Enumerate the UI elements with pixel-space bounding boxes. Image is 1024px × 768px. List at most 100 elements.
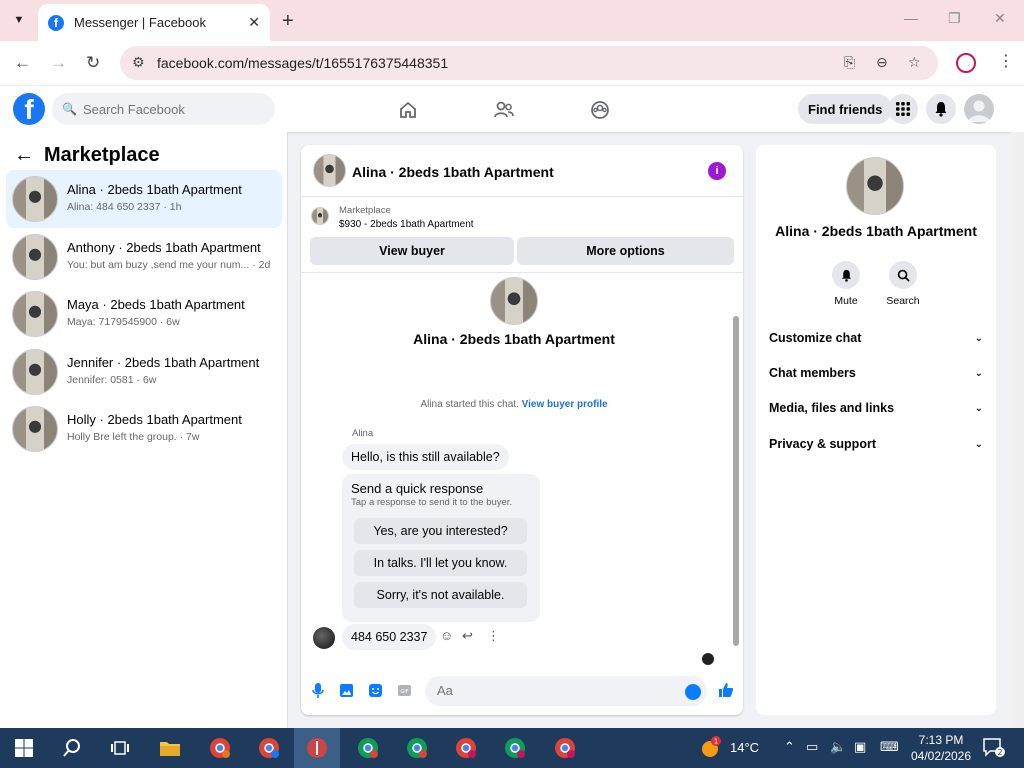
chat-header-name[interactable]: Alina · 2beds 1bath Apartment bbox=[352, 164, 554, 180]
conversation-item[interactable]: Maya · 2beds 1bath Apartment Maya: 71795… bbox=[6, 285, 282, 343]
conversation-item[interactable]: Alina · 2beds 1bath Apartment Alina: 484… bbox=[6, 170, 282, 228]
chrome-profile-icon[interactable] bbox=[454, 736, 478, 760]
conversation-name: Maya · 2beds 1bath Apartment bbox=[67, 297, 245, 312]
keyboard-icon[interactable]: ⌨ bbox=[880, 739, 899, 755]
conversation-item[interactable]: Anthony · 2beds 1bath Apartment You: but… bbox=[6, 228, 282, 286]
chat-scrollbar[interactable] bbox=[731, 274, 741, 664]
conversation-item[interactable]: Jennifer · 2beds 1bath Apartment Jennife… bbox=[6, 343, 282, 401]
marketplace-conversation-list: ← Marketplace Alina · 2beds 1bath Apartm… bbox=[0, 132, 288, 728]
chat-scrollbar-thumb[interactable] bbox=[733, 316, 739, 646]
file-explorer-icon[interactable] bbox=[158, 736, 182, 760]
active-app-icon[interactable] bbox=[294, 728, 340, 768]
browser-menu-icon[interactable]: ⋮ bbox=[998, 51, 1014, 71]
show-hidden-icons-chevron-icon[interactable]: ⌃ bbox=[784, 739, 795, 755]
notifications-bell-icon[interactable] bbox=[926, 94, 956, 124]
home-icon[interactable] bbox=[396, 98, 420, 122]
facebook-favicon-icon: f bbox=[48, 14, 64, 31]
groups-icon[interactable] bbox=[588, 98, 612, 122]
close-tab-icon[interactable]: ✕ bbox=[248, 14, 260, 31]
reply-icon[interactable]: ↩ bbox=[462, 628, 473, 644]
message-bubble[interactable]: 484 650 2337 bbox=[342, 624, 437, 650]
section-label: Privacy & support bbox=[769, 437, 876, 451]
volume-icon[interactable]: 🔈 bbox=[830, 739, 846, 755]
chrome-profile-icon[interactable] bbox=[257, 736, 281, 760]
media-files-links-section[interactable]: Media, files and links ⌄ bbox=[769, 396, 983, 420]
sticker-icon[interactable] bbox=[368, 683, 383, 701]
bookmark-star-icon[interactable]: ☆ bbox=[908, 54, 921, 71]
tab-search-chevron-icon[interactable]: ▼ bbox=[6, 8, 32, 32]
zoom-icon[interactable]: ⊖ bbox=[876, 54, 888, 71]
thumbs-up-icon[interactable] bbox=[717, 681, 735, 702]
emoji-icon[interactable] bbox=[685, 684, 701, 700]
mute-button[interactable]: Mute bbox=[822, 261, 870, 307]
page-scrollbar[interactable] bbox=[1010, 132, 1024, 728]
gif-icon[interactable]: GIF bbox=[397, 683, 412, 701]
seen-indicator-avatar bbox=[702, 653, 714, 665]
friends-icon[interactable] bbox=[492, 98, 516, 122]
task-view-icon[interactable] bbox=[108, 736, 132, 760]
taskbar-search-icon[interactable] bbox=[60, 736, 84, 760]
address-bar[interactable]: ⚙ facebook.com/messages/t/16551763754483… bbox=[120, 46, 938, 80]
quick-response-button[interactable]: In talks. I'll let you know. bbox=[354, 550, 527, 576]
chat-header-thumbnail[interactable] bbox=[313, 154, 346, 187]
minimize-icon[interactable]: — bbox=[904, 10, 918, 26]
mute-label: Mute bbox=[834, 295, 858, 307]
message-input[interactable] bbox=[437, 683, 677, 698]
facebook-logo-icon[interactable]: f bbox=[13, 93, 45, 125]
menu-grid-icon[interactable] bbox=[888, 94, 918, 124]
conversation-item[interactable]: Holly · 2beds 1bath Apartment Holly Bre … bbox=[6, 400, 282, 458]
clock[interactable]: 7:13 PM 04/02/2026 bbox=[906, 732, 976, 764]
marketplace-title: Marketplace bbox=[44, 144, 160, 166]
more-options-button[interactable]: More options bbox=[517, 237, 734, 265]
quick-response-button[interactable]: Sorry, it's not available. bbox=[354, 582, 527, 608]
section-label: Customize chat bbox=[769, 331, 862, 345]
info-icon[interactable]: i bbox=[708, 162, 726, 180]
chrome-profile-icon[interactable] bbox=[405, 736, 429, 760]
weather-icon[interactable]: 1 bbox=[698, 736, 722, 760]
conversation-thumbnail bbox=[12, 406, 58, 452]
facebook-header: f 🔍 Find friends bbox=[0, 86, 1024, 132]
browser-tab[interactable]: f Messenger | Facebook ✕ bbox=[38, 4, 270, 41]
weather-badge-count: 1 bbox=[714, 738, 718, 746]
site-settings-icon[interactable]: ⚙ bbox=[132, 54, 145, 71]
view-buyer-button[interactable]: View buyer bbox=[310, 237, 514, 265]
react-emoji-icon[interactable]: ☺ bbox=[440, 628, 453, 643]
chrome-profile-icon[interactable] bbox=[208, 736, 232, 760]
chat-members-section[interactable]: Chat members ⌄ bbox=[769, 361, 983, 385]
new-tab-icon[interactable]: + bbox=[282, 10, 294, 33]
chrome-profile-icon[interactable] bbox=[553, 736, 577, 760]
restore-icon[interactable]: ❐ bbox=[948, 10, 961, 27]
network-icon[interactable]: ▣ bbox=[854, 739, 866, 755]
account-avatar[interactable] bbox=[964, 94, 994, 124]
windows-start-icon[interactable] bbox=[12, 736, 36, 760]
find-friends-button[interactable]: Find friends bbox=[798, 94, 893, 124]
install-app-icon[interactable]: ⎘ bbox=[844, 54, 855, 71]
notification-center-icon[interactable]: 2 bbox=[982, 736, 1006, 760]
chrome-profile-icon[interactable] bbox=[356, 736, 380, 760]
screen: ▼ f Messenger | Facebook ✕ + — ❐ ✕ ← → ↻… bbox=[0, 0, 1024, 768]
quick-response-button[interactable]: Yes, are you interested? bbox=[354, 518, 527, 544]
photo-icon[interactable] bbox=[339, 683, 354, 701]
facebook-search[interactable]: 🔍 bbox=[52, 93, 275, 125]
close-window-icon[interactable]: ✕ bbox=[994, 10, 1006, 27]
microphone-icon[interactable] bbox=[312, 683, 324, 702]
meet-now-icon[interactable]: ▭ bbox=[806, 739, 818, 755]
privacy-support-section[interactable]: Privacy & support ⌄ bbox=[769, 432, 983, 456]
customize-chat-section[interactable]: Customize chat ⌄ bbox=[769, 326, 983, 350]
browser-profile-icon[interactable] bbox=[956, 53, 976, 73]
chrome-profile-icon[interactable] bbox=[503, 736, 527, 760]
forward-arrow-icon[interactable]: → bbox=[50, 53, 67, 73]
view-buyer-profile-link[interactable]: View buyer profile bbox=[522, 399, 608, 410]
conversation-name: Anthony · 2beds 1bath Apartment bbox=[67, 240, 261, 255]
more-actions-icon[interactable]: ⋮ bbox=[487, 628, 500, 644]
message-bubble[interactable]: Hello, is this still available? bbox=[342, 444, 509, 470]
listing-price[interactable]: $930 - 2beds 1bath Apartment bbox=[339, 219, 474, 230]
back-arrow-icon[interactable]: ← bbox=[14, 53, 31, 73]
reload-icon[interactable]: ↻ bbox=[86, 53, 100, 73]
search-conversation-button[interactable]: Search bbox=[879, 261, 927, 307]
back-arrow-icon[interactable]: ← bbox=[14, 144, 34, 167]
conversation-snippet: Holly Bre left the group. · 7w bbox=[67, 431, 200, 443]
temperature-text[interactable]: 14°C bbox=[730, 740, 759, 755]
message-thread: Alina · 2beds 1bath Apartment Alina star… bbox=[301, 274, 743, 665]
facebook-search-input[interactable] bbox=[82, 101, 263, 117]
